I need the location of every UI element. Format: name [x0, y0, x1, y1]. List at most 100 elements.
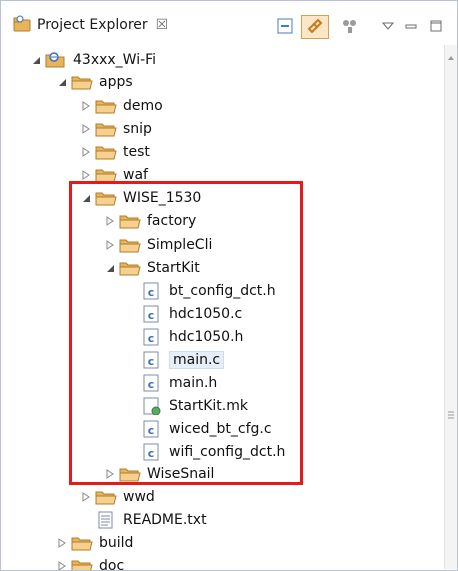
svg-text:c: c [148, 286, 155, 299]
tree-item[interactable]: apps [55, 71, 133, 93]
view-toolbar: Project Explorer ☒ [1, 1, 457, 45]
vertical-scrollbar[interactable] [444, 45, 457, 569]
scroll-grip-icon[interactable] [447, 407, 455, 421]
tree-item[interactable]: waf [79, 164, 148, 186]
folder-icon [95, 166, 117, 184]
tree-item-label: doc [99, 558, 125, 571]
collapsed-triangle-icon[interactable] [79, 168, 93, 182]
folder-icon [95, 97, 117, 115]
tree-item[interactable]: SimpleCli [103, 234, 212, 256]
tree-item-label: wiced_bt_cfg.c [169, 421, 272, 437]
tree-item[interactable]: StartKit.mk [141, 395, 248, 417]
tree-item-label: wifi_config_dct.h [169, 444, 286, 460]
collapsed-triangle-icon[interactable] [79, 490, 93, 504]
c-source-file-icon: c [141, 282, 163, 300]
project-icon [45, 51, 67, 69]
close-icon[interactable]: ☒ [156, 17, 169, 33]
expanded-triangle-icon[interactable] [29, 53, 43, 67]
tree-item[interactable]: c bt_config_dct.h [141, 280, 276, 302]
folder-icon [119, 236, 141, 254]
tree-item[interactable]: test [79, 141, 150, 163]
tree-item[interactable]: factory [103, 210, 196, 232]
filter-icon[interactable] [341, 15, 359, 37]
folder-icon [119, 259, 141, 277]
folder-icon [95, 488, 117, 506]
tree-item-label: StartKit.mk [169, 398, 248, 414]
folder-icon [71, 557, 93, 570]
tree-item-label: wwd [123, 489, 155, 505]
svg-text:c: c [148, 378, 155, 391]
folder-icon [119, 465, 141, 483]
folder-icon [95, 143, 117, 161]
svg-text:c: c [148, 447, 155, 460]
collapsed-triangle-icon[interactable] [79, 99, 93, 113]
collapsed-triangle-icon[interactable] [103, 238, 117, 252]
tree-item[interactable]: demo [79, 95, 163, 117]
svg-text:c: c [148, 355, 155, 368]
tree-item[interactable]: build [55, 532, 133, 554]
tree-item-label: main.c [169, 351, 225, 369]
tree-item-label: hdc1050.h [169, 329, 244, 345]
collapsed-triangle-icon[interactable] [79, 122, 93, 136]
collapsed-triangle-icon[interactable] [55, 536, 69, 550]
svg-text:c: c [148, 424, 155, 437]
tree-item[interactable]: WISE_1530 [79, 187, 201, 209]
tree-item-label: snip [123, 121, 152, 137]
tree-item-label: bt_config_dct.h [169, 283, 276, 299]
view-menu-icon[interactable] [381, 15, 395, 37]
folder-icon [71, 534, 93, 552]
tree-item[interactable]: StartKit [103, 257, 200, 279]
svg-text:c: c [148, 332, 155, 345]
collapsed-triangle-icon[interactable] [103, 214, 117, 228]
tree-item[interactable]: c main.c [141, 349, 225, 371]
tree-item[interactable]: c main.h [141, 372, 217, 394]
tree-item-label: apps [99, 74, 133, 90]
collapse-all-icon[interactable] [275, 15, 295, 37]
project-explorer-icon [11, 14, 33, 36]
tree-item[interactable]: wwd [79, 486, 155, 508]
tree-item-label: README.txt [123, 512, 207, 528]
collapsed-triangle-icon[interactable] [103, 467, 117, 481]
tree-item[interactable]: c wifi_config_dct.h [141, 441, 285, 463]
tree-item-label: SimpleCli [147, 237, 213, 253]
makefile-icon [141, 397, 163, 415]
tree-item-label: StartKit [147, 260, 200, 276]
tree-item[interactable]: c hdc1050.h [141, 326, 243, 348]
expanded-triangle-icon[interactable] [79, 191, 93, 205]
minimize-icon[interactable] [404, 15, 418, 37]
tree-item-label: build [99, 535, 134, 551]
tree-item[interactable]: snip [79, 118, 152, 140]
tree-item-label: 43xxx_Wi-Fi [73, 52, 157, 68]
tree-item-label: WISE_1530 [123, 190, 202, 206]
link-with-editor-icon[interactable] [301, 15, 329, 39]
tree-item[interactable]: doc [55, 555, 125, 571]
tree-item[interactable]: README.txt [95, 509, 207, 531]
expanded-triangle-icon[interactable] [55, 75, 69, 89]
collapsed-triangle-icon[interactable] [55, 559, 69, 570]
tree-item-label: demo [123, 98, 163, 114]
view-title: Project Explorer [37, 17, 148, 33]
tree-item[interactable]: c wiced_bt_cfg.c [141, 418, 272, 440]
c-source-file-icon: c [141, 420, 163, 438]
folder-icon [119, 212, 141, 230]
tree-item[interactable]: WiseSnail [103, 463, 214, 485]
collapsed-triangle-icon[interactable] [79, 145, 93, 159]
expanded-triangle-icon[interactable] [103, 261, 117, 275]
tree-item[interactable]: 43xxx_Wi-Fi [29, 49, 156, 71]
project-explorer-view: Project Explorer ☒ 43xxx_Wi-Fiapps demo sn… [0, 0, 458, 571]
tree-item-label: waf [123, 167, 148, 183]
svg-text:c: c [148, 309, 155, 322]
tree-item-label: test [123, 144, 150, 160]
folder-icon [71, 73, 93, 91]
maximize-icon[interactable] [429, 15, 443, 37]
scroll-up-arrow-icon[interactable] [447, 47, 455, 60]
tree-item[interactable]: c hdc1050.c [141, 303, 242, 325]
tree-item-label: hdc1050.c [169, 306, 243, 322]
tab-project-explorer[interactable]: Project Explorer ☒ [5, 9, 174, 41]
text-file-icon [95, 511, 117, 529]
tree-item-label: WiseSnail [147, 466, 215, 482]
c-source-file-icon: c [141, 351, 163, 369]
folder-icon [95, 189, 117, 207]
c-source-file-icon: c [141, 443, 163, 461]
tree-item-label: main.h [169, 375, 218, 391]
